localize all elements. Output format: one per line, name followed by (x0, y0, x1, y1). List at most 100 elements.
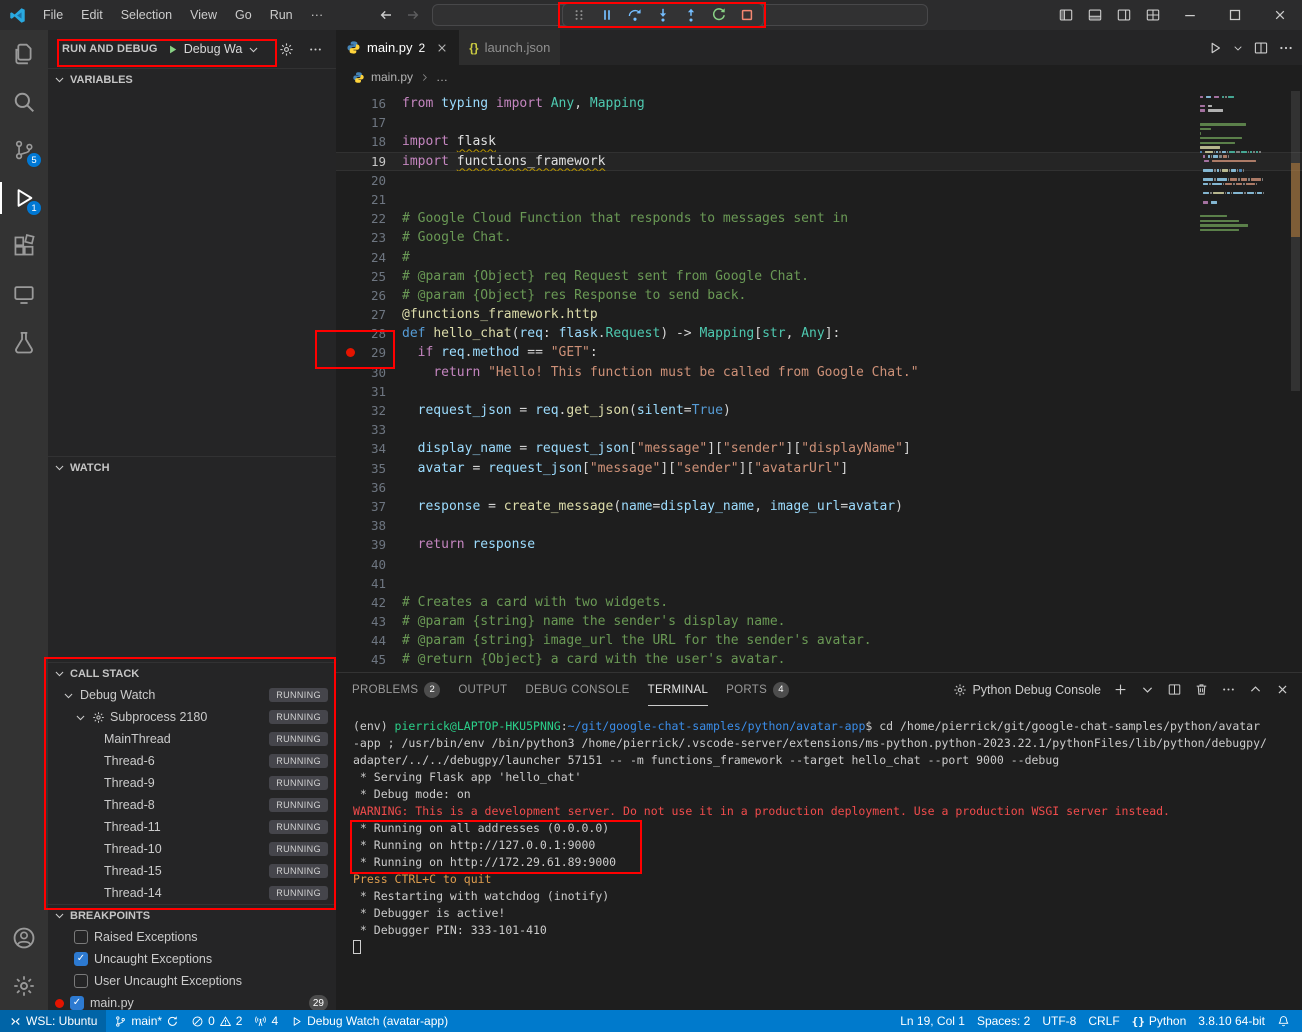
panel-tab-problems[interactable]: PROBLEMS2 (352, 673, 440, 706)
callstack-item-debug-watch[interactable]: Debug WatchRUNNING (48, 684, 336, 706)
line-number[interactable]: 38 (336, 516, 402, 535)
language-mode[interactable]: {}Python (1126, 1010, 1193, 1032)
line-number[interactable]: 32 (336, 401, 402, 420)
line-number[interactable]: 41 (336, 574, 402, 593)
more-icon[interactable] (1278, 40, 1294, 56)
layout-secondary-icon[interactable] (1109, 0, 1138, 30)
code-line-35[interactable]: 35 avatar = request_json["message"]["sen… (336, 459, 1302, 478)
split-icon[interactable] (1164, 680, 1184, 700)
code-line-30[interactable]: 30 return "Hello! This function must be … (336, 363, 1302, 382)
code-line-36[interactable]: 36 (336, 478, 1302, 497)
menu-go[interactable]: Go (226, 0, 261, 30)
restart-icon[interactable] (706, 5, 732, 25)
activity-run-and-debug[interactable]: 1 (0, 174, 48, 222)
line-number[interactable]: 30 (336, 363, 402, 382)
chev-up-icon[interactable] (1245, 680, 1265, 700)
code-line-18[interactable]: 18import flask (336, 132, 1302, 151)
callstack-item-subprocess-2180[interactable]: Subprocess 2180RUNNING (48, 706, 336, 728)
line-number[interactable]: 34 (336, 439, 402, 458)
code-line-34[interactable]: 34 display_name = request_json["message"… (336, 439, 1302, 458)
line-number[interactable]: 45 (336, 650, 402, 669)
line-number[interactable]: 35 (336, 459, 402, 478)
indentation[interactable]: Spaces: 2 (971, 1010, 1036, 1032)
breakpoint-item-raised-exceptions[interactable]: Raised Exceptions (48, 926, 336, 948)
line-number[interactable]: 26 (336, 286, 402, 305)
terminal[interactable]: (env) pierrick@LAPTOP-HKU5PNNG:~/git/goo… (336, 706, 1302, 1010)
line-number[interactable]: 21 (336, 190, 402, 209)
back-icon[interactable] (374, 3, 398, 27)
checkbox[interactable] (74, 930, 88, 944)
line-number[interactable]: 18 (336, 132, 402, 151)
tab-main-py[interactable]: main.py2 (336, 30, 459, 65)
line-number[interactable]: 23 (336, 228, 402, 247)
menu-run[interactable]: Run (261, 0, 302, 30)
chev-down-icon[interactable] (1137, 680, 1157, 700)
code-line-23[interactable]: 23# Google Chat. (336, 228, 1302, 247)
cursor-position[interactable]: Ln 19, Col 1 (894, 1010, 971, 1032)
line-number[interactable]: 33 (336, 420, 402, 439)
code-line-31[interactable]: 31 (336, 382, 1302, 401)
line-number[interactable]: 39 (336, 535, 402, 554)
python-interpreter[interactable]: 3.8.10 64-bit (1192, 1010, 1271, 1032)
notifications[interactable] (1271, 1010, 1296, 1032)
code-line-28[interactable]: 28def hello_chat(req: flask.Request) -> … (336, 324, 1302, 343)
code-line-38[interactable]: 38 (336, 516, 1302, 535)
minimize-button[interactable] (1167, 0, 1212, 30)
line-number[interactable]: 27 (336, 305, 402, 324)
split-icon[interactable] (1253, 40, 1269, 56)
code-line-43[interactable]: 43# @param {string} name the sender's di… (336, 612, 1302, 631)
section-breakpoints[interactable]: BREAKPOINTS (48, 904, 336, 926)
checkbox[interactable]: ✓ (74, 952, 88, 966)
forward-icon[interactable] (401, 3, 425, 27)
checkbox[interactable]: ✓ (70, 996, 84, 1010)
close-icon[interactable] (435, 41, 449, 55)
debug-session[interactable]: Debug Watch (avatar-app) (284, 1010, 454, 1032)
step-into-icon[interactable] (650, 5, 676, 25)
code-line-27[interactable]: 27@functions_framework.http (336, 305, 1302, 324)
close-button[interactable] (1257, 0, 1302, 30)
breakpoint-dot[interactable] (346, 348, 355, 357)
overview-ruler[interactable] (1288, 89, 1302, 672)
callstack-item-thread-9[interactable]: Thread-9RUNNING (48, 772, 336, 794)
line-number[interactable]: 22 (336, 209, 402, 228)
callstack-item-thread-14[interactable]: Thread-14RUNNING (48, 882, 336, 904)
breadcrumb-item[interactable]: main.py (371, 70, 413, 84)
menu-edit[interactable]: Edit (72, 0, 112, 30)
layout-grid-icon[interactable] (1138, 0, 1167, 30)
panel-tab-debug-console[interactable]: DEBUG CONSOLE (525, 673, 629, 706)
line-number[interactable]: 36 (336, 478, 402, 497)
checkbox[interactable] (74, 974, 88, 988)
activity-extensions[interactable] (0, 222, 48, 270)
minimap[interactable] (1200, 95, 1286, 233)
maximize-button[interactable] (1212, 0, 1257, 30)
pause-icon[interactable] (594, 5, 620, 25)
code-line-26[interactable]: 26# @param {Object} res Response to send… (336, 286, 1302, 305)
line-number[interactable]: 40 (336, 555, 402, 574)
panel-tab-terminal[interactable]: TERMINAL (648, 673, 709, 706)
menu-selection[interactable]: Selection (112, 0, 181, 30)
line-number[interactable]: 20 (336, 171, 402, 190)
code-line-16[interactable]: 16from typing import Any, Mapping (336, 94, 1302, 113)
scrollbar-thumb[interactable] (1291, 91, 1300, 391)
git-branch[interactable]: main* (108, 1010, 185, 1032)
callstack-item-mainthread[interactable]: MainThreadRUNNING (48, 728, 336, 750)
callstack-item-thread-10[interactable]: Thread-10RUNNING (48, 838, 336, 860)
step-over-icon[interactable] (622, 5, 648, 25)
step-out-icon[interactable] (678, 5, 704, 25)
activity-remote-explorer[interactable] (0, 270, 48, 318)
line-number[interactable]: 24 (336, 248, 402, 267)
callstack-item-thread-15[interactable]: Thread-15RUNNING (48, 860, 336, 882)
code-line-19[interactable]: 19import functions_framework (336, 152, 1302, 171)
callstack-item-thread-11[interactable]: Thread-11RUNNING (48, 816, 336, 838)
callstack-item-thread-6[interactable]: Thread-6RUNNING (48, 750, 336, 772)
line-number[interactable]: 42 (336, 593, 402, 612)
debug-config-picker[interactable]: Debug Wa (166, 42, 261, 56)
more-icon[interactable] (1218, 680, 1238, 700)
panel-tab-ports[interactable]: PORTS4 (726, 673, 789, 706)
start-debug-icon[interactable] (166, 43, 179, 56)
section-variables[interactable]: VARIABLES (48, 68, 336, 90)
console-selector[interactable]: Python Debug Console (953, 683, 1101, 697)
activity-accounts[interactable] (0, 914, 48, 962)
line-number[interactable]: 43 (336, 612, 402, 631)
encoding[interactable]: UTF-8 (1036, 1010, 1082, 1032)
